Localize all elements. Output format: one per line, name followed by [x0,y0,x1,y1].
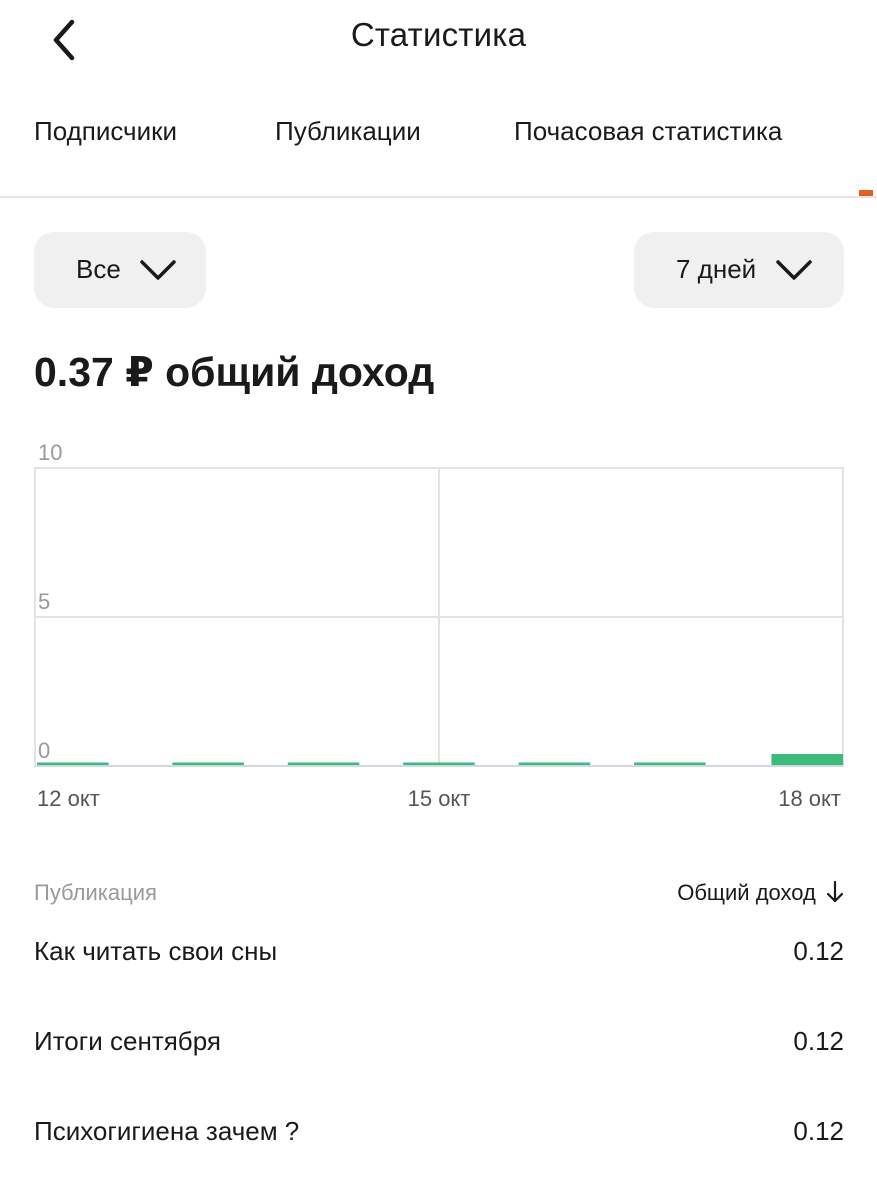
chevron-down-icon [776,260,812,280]
table-header: Публикация Общий доход [34,880,844,912]
tab-subscribers[interactable]: Подписчики [34,116,177,147]
column-income-label: Общий доход [677,880,816,905]
x-tick-label: 18 окт [778,786,841,811]
tab-hourly-stats[interactable]: Почасовая статистика [514,116,782,147]
chart-bar [634,762,706,765]
list-item[interactable]: Психогигиена зачем ? 0.12 [34,1112,844,1202]
active-tab-indicator [859,190,873,196]
publication-list: Как читать свои сны 0.12 Итоги сентября … [34,932,844,1202]
total-income: 0.37 ₽ общий доход [34,349,435,395]
period-filter-label: 7 дней [676,254,757,284]
content-filter-dropdown[interactable]: Все [34,232,206,308]
period-filter-dropdown[interactable]: 7 дней [634,232,844,308]
tab-publications[interactable]: Публикации [275,116,421,147]
y-tick-label: 5 [38,589,50,614]
header: Статистика [0,0,877,80]
chart-bar [172,762,244,765]
publication-income: 0.12 [793,1026,844,1056]
tab-bar: Подписчики Публикации Почасовая статисти… [0,96,877,198]
list-item[interactable]: Как читать свои сны 0.12 [34,932,844,1022]
column-publication-header: Публикация [34,880,157,905]
publication-title: Психогигиена зачем ? [34,1116,300,1146]
chart-bar [771,753,843,765]
list-item[interactable]: Итоги сентября 0.12 [34,1022,844,1112]
publication-income: 0.12 [793,936,844,966]
chart-bar [37,762,109,765]
x-tick-label: 12 окт [37,786,100,811]
page-title: Статистика [350,16,527,53]
chart-bar [518,762,591,765]
y-tick-label: 10 [38,440,62,465]
publication-title: Как читать свои сны [34,936,278,966]
chevron-down-icon [140,260,176,280]
publication-title: Итоги сентября [34,1026,221,1056]
income-chart: 0 5 10 12 окт 15 окт 18 окт [0,430,877,830]
chart-bar [287,762,360,765]
publication-income: 0.12 [793,1116,844,1146]
column-income-sort-header[interactable]: Общий доход [677,880,844,906]
y-tick-label: 0 [38,738,50,763]
x-tick-label: 15 окт [408,786,471,811]
arrow-down-icon [826,880,844,903]
chart-bar [403,762,475,765]
income-chart-svg: 0 5 10 12 окт 15 окт 18 окт [34,440,844,811]
content-filter-label: Все [76,254,121,284]
